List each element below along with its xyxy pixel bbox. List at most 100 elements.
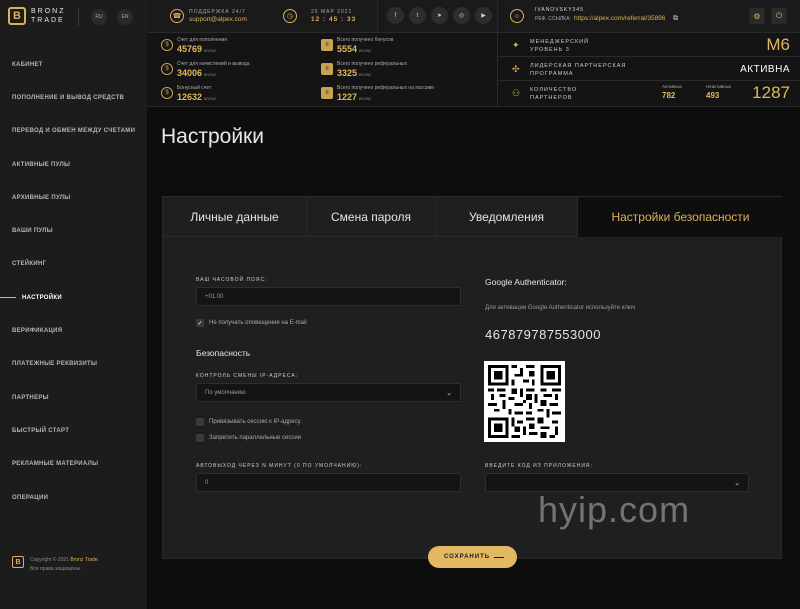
sidebar-item-active-pools[interactable]: АКТИВНЫЕ ПУЛЫ	[0, 148, 147, 181]
sidebar-item-verification[interactable]: ВЕРИФИКАЦИЯ	[0, 314, 147, 347]
lang-en-button[interactable]: EN	[117, 9, 133, 25]
instagram-icon[interactable]: ◎	[453, 7, 470, 24]
stat-unit: BRONZ	[359, 49, 372, 53]
stat-value-wrap: 5554 BRONZ	[337, 44, 371, 54]
inactive-label: Неактивных	[706, 84, 732, 89]
stat-label: Счет для пополнения	[177, 37, 227, 43]
active-label: Активных	[662, 84, 682, 89]
timezone-input[interactable]: +01.00	[196, 287, 461, 306]
no-parallel-checkbox-row[interactable]: Запретить параллельные сессии	[196, 434, 301, 442]
stat-value: 5554	[337, 44, 358, 54]
network-icon: ✣	[512, 64, 520, 74]
stat-value-wrap: 3325 BRONZ	[337, 68, 371, 78]
footer-copyright-text: Copyright © 2021	[30, 557, 69, 563]
sidebar-item-ad-materials[interactable]: РЕКЛАМНЫЕ МАТЕРИАЛЫ	[0, 448, 147, 481]
partners-count: ⚇ КОЛИЧЕСТВО ПАРТНЕРОВ Активных 782 Неакт…	[497, 81, 800, 105]
stat-total-passive-referral: ≡ Всего получено реферальных на пассиве …	[321, 84, 491, 106]
sidebar-item-payment-details[interactable]: ПЛАТЕЖНЫЕ РЕКВИЗИТЫ	[0, 348, 147, 381]
sidebar-item-partners[interactable]: ПАРТНЕРЫ	[0, 381, 147, 414]
gear-icon[interactable]: ⚙	[749, 8, 765, 24]
page-title: Настройки	[161, 125, 264, 148]
stack-icon: ≡	[321, 39, 333, 51]
no-parallel-label: Запретить параллельные сессии	[209, 435, 302, 441]
inactive-value: 493	[706, 91, 720, 100]
manager-label: МЕНЕДЖЕРСКИЙ УРОВЕНЬ 3	[530, 38, 589, 54]
stat-label: Бонусный счет	[177, 85, 212, 91]
ga-qr-code	[484, 361, 565, 442]
sidebar-item-archive-pools[interactable]: АРХИВНЫЕ ПУЛЫ	[0, 181, 147, 214]
telegram-icon[interactable]: ➤	[431, 7, 448, 24]
support-email-link[interactable]: support@alpex.com	[189, 16, 247, 23]
stat-unit: BRONZ	[204, 97, 217, 101]
youtube-icon[interactable]: ▶	[475, 7, 492, 24]
sidebar-item-transfer[interactable]: ПЕРЕВОД И ОБМЕН МЕЖДУ СЧЕТАМИ	[0, 115, 147, 148]
bind-ip-checkbox-row[interactable]: Привязывать сессию к IP-адресу	[196, 418, 301, 426]
header-divider-right	[497, 0, 498, 33]
coin-icon: $	[161, 63, 173, 75]
header-divider	[377, 0, 378, 33]
footer-copyright: Copyright © 2021 Bronz Trade. Все права …	[30, 556, 99, 574]
autologout-input[interactable]: 0	[196, 473, 461, 492]
stack-icon: ≡	[321, 63, 333, 75]
stack-icon: ≡	[321, 87, 333, 99]
lang-ru-button[interactable]: RU	[91, 9, 107, 25]
security-heading: Безопасность	[196, 348, 251, 358]
watermark-text: hyip.com	[538, 489, 691, 530]
leader-label: ЛИДЕРСКАЯ ПАРТНЕРСКАЯ ПРОГРАММА	[530, 62, 626, 78]
sidebar-item-operations[interactable]: ОПЕРАЦИИ	[0, 481, 147, 514]
leader-label-line2: ПРОГРАММА	[530, 71, 574, 77]
stat-label: Всего получено реферальных	[337, 61, 408, 67]
ref-link[interactable]: https://alpex.com/referral/35896	[574, 15, 665, 22]
autologout-label: АВТОВЫХОД ЧЕРЕЗ N МИНУТ (0 ПО УМОЛЧАНИЮ)…	[196, 463, 363, 469]
sidebar-item-your-pools[interactable]: ВАШИ ПУЛЫ	[0, 214, 147, 247]
tab-change-password[interactable]: Смена пароля	[306, 197, 436, 237]
brand-logo[interactable]: B BRONZ TRADE	[8, 7, 71, 25]
logo-divider	[78, 8, 79, 26]
sidebar-nav: КАБИНЕТ ПОПОЛНЕНИЕ И ВЫВОД СРЕДСТВ ПЕРЕВ…	[0, 48, 147, 514]
ga-heading: Google Authenticator:	[485, 277, 567, 287]
facebook-icon[interactable]: f	[387, 7, 404, 24]
sidebar-item-deposit-withdraw[interactable]: ПОПОЛНЕНИЕ И ВЫВОД СРЕДСТВ	[0, 81, 147, 114]
footer-brand: Bronz Trade.	[70, 557, 100, 563]
stat-value: 12632	[177, 92, 203, 102]
user-icon: ☺	[510, 9, 524, 23]
sidebar-item-quick-start[interactable]: БЫСТРЫЙ СТАРТ	[0, 414, 147, 447]
manager-label-line2: УРОВЕНЬ 3	[530, 47, 570, 53]
manager-level: ✦ МЕНЕДЖЕРСКИЙ УРОВЕНЬ 3 M6	[497, 33, 800, 57]
stat-total-referral: ≡ Всего получено реферальных 3325 BRONZ	[321, 60, 491, 82]
qr-code-icon	[488, 365, 561, 438]
active-value: 782	[662, 91, 676, 100]
stat-unit: BRONZ	[359, 97, 372, 101]
footer-rights: Все права защищены.	[30, 566, 82, 572]
support-icon: ☎	[170, 9, 184, 23]
app-root: B BRONZ TRADE RU EN КАБИНЕТ ПОПОЛНЕНИЕ И…	[0, 0, 800, 609]
partners-label-line2: ПАРТНЕРОВ	[530, 95, 573, 101]
coin-icon: $	[161, 87, 173, 99]
chevron-down-icon: ⌄	[734, 479, 740, 487]
twitter-icon[interactable]: t	[409, 7, 426, 24]
footer-logo-icon: B	[12, 556, 24, 568]
sidebar: B BRONZ TRADE RU EN КАБИНЕТ ПОПОЛНЕНИЕ И…	[0, 0, 147, 609]
tab-security-settings[interactable]: Настройки безопасности	[578, 197, 783, 237]
no-parallel-checkbox[interactable]	[196, 434, 204, 442]
sidebar-footer: B Copyright © 2021 Bronz Trade. Все прав…	[12, 556, 99, 574]
partners-label-line1: КОЛИЧЕСТВО	[530, 87, 578, 93]
stat-unit: BRONZ	[359, 73, 372, 77]
save-button[interactable]: СОХРАНИТЬ	[428, 546, 517, 568]
sidebar-item-settings[interactable]: НАСТРОЙКИ	[0, 281, 147, 314]
no-email-checkbox-row[interactable]: ✓ Не получать оповещения на E-mail	[196, 319, 307, 327]
tab-notifications[interactable]: Уведомления	[436, 197, 577, 237]
support-label: ПОДДЕРЖКА 24/7	[189, 9, 246, 15]
bind-ip-checkbox[interactable]	[196, 418, 204, 426]
copy-icon[interactable]: ⧉	[673, 15, 678, 23]
tab-personal-data[interactable]: Личные данные	[163, 197, 306, 237]
no-email-checkbox[interactable]: ✓	[196, 319, 204, 327]
ref-label: РЕФ. ССЫЛКА:	[535, 16, 571, 22]
ip-control-select[interactable]: По умолчанию ⌄	[196, 383, 461, 402]
stats-bar: $ Счет для пополнения 45769 BRONZ $ Счет …	[147, 33, 800, 107]
app-code-label: ВВЕДИТЕ КОД ИЗ ПРИЛОЖЕНИЯ:	[485, 463, 593, 469]
ip-control-value: По умолчанию	[205, 389, 246, 396]
logout-icon[interactable]: ⏻	[771, 8, 787, 24]
sidebar-item-staking[interactable]: СТЕЙКИНГ	[0, 248, 147, 281]
sidebar-item-cabinet[interactable]: КАБИНЕТ	[0, 48, 147, 81]
